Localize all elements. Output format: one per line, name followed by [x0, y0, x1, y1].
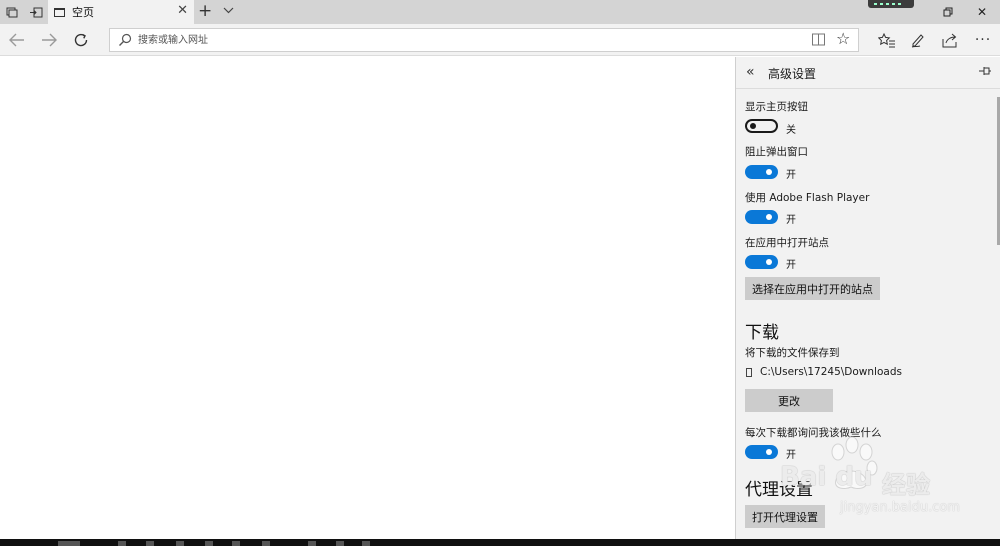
system-indicator — [868, 0, 914, 8]
pin-icon[interactable] — [979, 65, 991, 79]
setting-label-open-in-apps: 在应用中打开站点 — [745, 237, 829, 249]
close-window-icon[interactable]: ✕ — [962, 0, 1000, 24]
setting-label-home-button: 显示主页按钮 — [745, 101, 808, 113]
favorites-hub-icon[interactable] — [872, 28, 902, 52]
panel-title: 高级设置 — [768, 67, 817, 81]
open-proxy-settings-button[interactable]: 打开代理设置 — [745, 505, 825, 528]
browser-window: 空页 ✕ + ✕ ☆ — [0, 0, 1000, 546]
tabs-aside-icon[interactable] — [0, 0, 24, 24]
page-content — [0, 57, 735, 539]
choose-sites-button[interactable]: 选择在应用中打开的站点 — [745, 277, 880, 300]
watermark-brand: Bai du — [780, 462, 873, 492]
share-icon[interactable] — [935, 28, 965, 52]
search-icon — [119, 33, 132, 46]
navigation-bar: ☆ ··· — [0, 24, 1000, 56]
watermark-brand-cn: 经验 — [882, 471, 930, 499]
page-icon — [54, 7, 65, 17]
toggle-state-open-in-apps: 开 — [786, 260, 796, 271]
downloads-heading: 下载 — [745, 323, 779, 343]
toggle-block-popups[interactable] — [745, 165, 778, 179]
toggle-state-home-button: 关 — [786, 125, 796, 136]
setting-label-block-popups: 阻止弹出窗口 — [745, 146, 808, 158]
toggle-ask-each-download[interactable] — [745, 445, 778, 459]
watermark-url: jingyan.baidu.com — [840, 500, 960, 515]
panel-header: « 高级设置 — [736, 57, 1000, 89]
tab-bar: 空页 ✕ + ✕ — [0, 0, 1000, 24]
setting-label-flash: 使用 Adobe Flash Player — [745, 192, 870, 204]
set-aside-tabs-icon[interactable] — [24, 0, 48, 24]
toggle-state-flash: 开 — [786, 215, 796, 226]
toggle-open-in-apps[interactable] — [745, 255, 778, 269]
toggle-home-button[interactable] — [745, 119, 778, 133]
more-options-icon[interactable]: ··· — [968, 28, 998, 52]
pen-note-icon[interactable] — [903, 28, 933, 52]
address-bar[interactable]: ☆ — [109, 28, 859, 52]
close-tab-icon[interactable]: ✕ — [177, 4, 188, 18]
reading-view-icon[interactable] — [812, 33, 825, 46]
forward-button[interactable] — [36, 28, 62, 52]
tab-blank-page[interactable]: 空页 ✕ — [48, 0, 194, 24]
refresh-button[interactable] — [68, 28, 94, 52]
favorite-star-icon[interactable]: ☆ — [836, 30, 850, 48]
chevron-down-icon[interactable] — [223, 2, 234, 22]
toggle-state-ask-each-download: 开 — [786, 450, 796, 461]
download-path: C:\Users\17245\Downloads — [760, 366, 902, 378]
new-tab-button[interactable]: + — [198, 1, 212, 21]
taskbar — [0, 539, 1000, 546]
toggle-flash[interactable] — [745, 210, 778, 224]
change-location-button[interactable]: 更改 — [745, 389, 833, 412]
download-location-label: 将下载的文件保存到 — [745, 347, 840, 359]
folder-icon — [746, 368, 752, 377]
address-input[interactable] — [138, 32, 798, 49]
double-chevron-left-icon[interactable]: « — [746, 64, 755, 80]
back-button[interactable] — [4, 28, 30, 52]
tab-title: 空页 — [72, 6, 94, 19]
toggle-state-block-popups: 开 — [786, 170, 796, 181]
